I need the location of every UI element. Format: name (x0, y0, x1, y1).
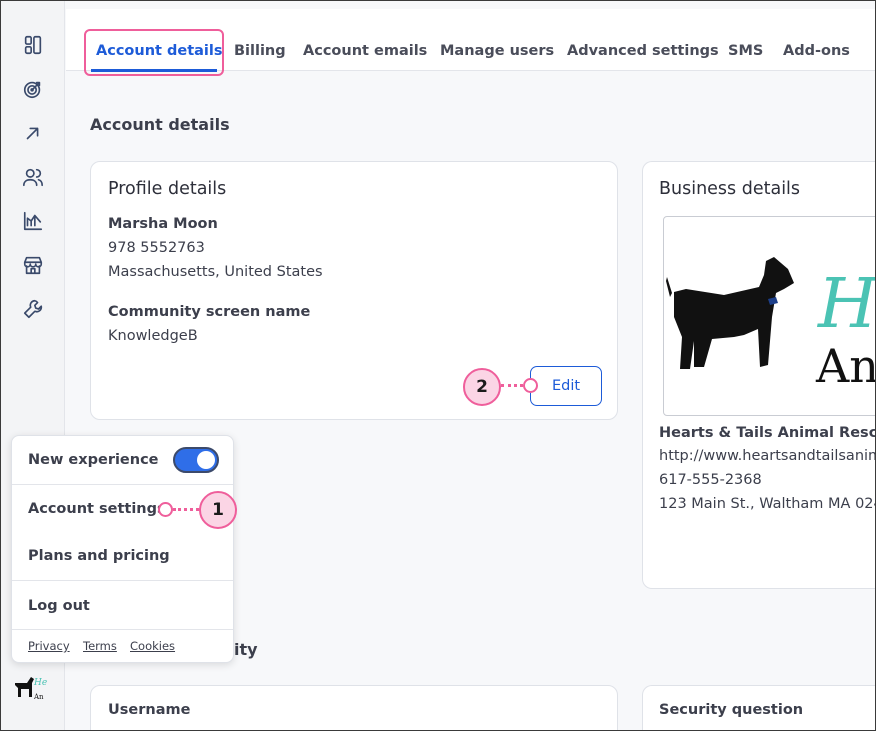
security-question-label: Security question (659, 702, 804, 718)
arrow-up-right-icon[interactable] (21, 121, 45, 145)
dashboard-icon[interactable] (21, 33, 45, 57)
business-details-card: Business details He An Hearts & Tails An… (642, 161, 876, 589)
menu-divider (12, 580, 233, 581)
business-logo-thumbnail[interactable]: He An (11, 669, 55, 709)
log-out-menu-item[interactable]: Log out (28, 598, 90, 614)
tab-advanced-settings[interactable]: Advanced settings (567, 43, 719, 59)
business-details-title: Business details (659, 179, 801, 199)
tab-sms[interactable]: SMS (728, 43, 763, 59)
target-icon[interactable] (21, 77, 45, 101)
security-card: Security question (642, 685, 875, 730)
callout-2-target-dot (523, 378, 538, 393)
contacts-icon[interactable] (21, 165, 45, 189)
business-phone: 617-555-2368 (659, 472, 762, 488)
business-name: Hearts & Tails Animal Rescue (659, 425, 876, 441)
screen-name-label: Community screen name (108, 304, 311, 320)
account-menu-popup: New experience Account settings Plans an… (11, 435, 234, 663)
menu-divider (12, 629, 233, 630)
business-logo-image: He An (663, 216, 876, 416)
callout-1-target-dot (158, 502, 173, 517)
logo-text-top: He (816, 265, 876, 344)
username-label: Username (108, 702, 191, 718)
svg-text:He: He (33, 678, 47, 688)
new-experience-label: New experience (28, 452, 159, 468)
plans-pricing-menu-item[interactable]: Plans and pricing (28, 548, 170, 564)
terms-link[interactable]: Terms (83, 639, 117, 653)
tab-manage-users[interactable]: Manage users (440, 43, 554, 59)
callout-badge-2: 2 (463, 368, 501, 406)
profile-location: Massachusetts, United States (108, 264, 323, 280)
cookies-link[interactable]: Cookies (130, 639, 175, 653)
account-settings-menu-item[interactable]: Account settings (28, 501, 166, 517)
wrench-icon[interactable] (21, 297, 45, 321)
logo-text-bottom: An (815, 339, 876, 393)
callout-badge-1: 1 (199, 491, 237, 529)
profile-phone: 978 5552763 (108, 240, 205, 256)
reports-icon[interactable] (21, 209, 45, 233)
business-website: http://www.heartsandtailsanim (659, 448, 876, 464)
store-icon[interactable] (21, 253, 45, 277)
callout-2-connector (501, 384, 523, 387)
svg-text:An: An (33, 693, 44, 701)
security-section-title: ity (234, 640, 258, 659)
tab-account-details[interactable]: Account details (96, 43, 223, 59)
new-experience-toggle[interactable] (173, 447, 219, 473)
business-address: 123 Main St., Waltham MA 024 (659, 496, 876, 512)
active-tab-underline (91, 69, 217, 72)
login-card: Username (90, 685, 618, 730)
edit-profile-button[interactable]: Edit (530, 366, 602, 406)
section-title: Account details (90, 115, 230, 134)
tab-billing[interactable]: Billing (234, 43, 286, 59)
screen-name-value: KnowledgeB (108, 328, 198, 344)
toggle-knob (197, 451, 215, 469)
dog-logo-icon: He An (666, 257, 876, 393)
settings-tabs: Account details Billing Account emails M… (66, 9, 875, 76)
callout-1-connector (173, 508, 199, 511)
tab-add-ons[interactable]: Add-ons (783, 43, 850, 59)
app-window: He An Account details Billing Account em… (0, 0, 876, 731)
profile-name: Marsha Moon (108, 216, 218, 232)
menu-divider (12, 484, 233, 485)
tab-account-emails[interactable]: Account emails (303, 43, 427, 59)
privacy-link[interactable]: Privacy (28, 639, 70, 653)
profile-details-title: Profile details (108, 179, 227, 199)
